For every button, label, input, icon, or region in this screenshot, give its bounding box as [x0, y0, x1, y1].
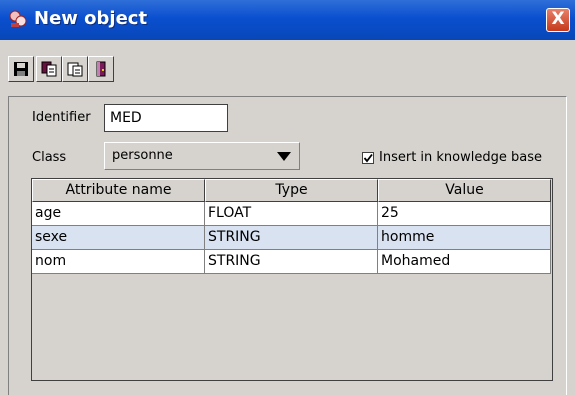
column-header-value[interactable]: Value: [378, 179, 551, 202]
door-exit-icon: [96, 61, 106, 77]
exit-button[interactable]: [88, 56, 114, 82]
app-icon: [9, 10, 27, 27]
save-button[interactable]: [8, 56, 34, 82]
title-bar[interactable]: New object X: [0, 0, 575, 40]
identifier-input[interactable]: MED: [104, 104, 228, 132]
checkmark-icon: [363, 153, 373, 163]
insert-knowledge-base-label: Insert in knowledge base: [379, 150, 542, 165]
table-row[interactable]: nom STRING Mohamed: [32, 250, 551, 274]
cell-type[interactable]: STRING: [205, 226, 378, 250]
class-select-value: personne: [112, 148, 173, 163]
window-title: New object: [34, 8, 148, 29]
cell-value[interactable]: Mohamed: [378, 250, 551, 274]
cell-value[interactable]: homme: [378, 226, 551, 250]
table-row[interactable]: age FLOAT 25: [32, 202, 551, 226]
cell-attribute-name[interactable]: sexe: [32, 226, 205, 250]
cell-value[interactable]: 25: [378, 202, 551, 226]
close-button[interactable]: X: [546, 8, 570, 32]
cell-attribute-name[interactable]: age: [32, 202, 205, 226]
floppy-disk-icon: [14, 62, 28, 76]
new-object-dialog: New object X Identifier MED Class person…: [0, 0, 575, 395]
copy-icon: [41, 61, 57, 77]
column-header-attribute-name[interactable]: Attribute name: [32, 179, 205, 202]
cell-type[interactable]: STRING: [205, 250, 378, 274]
class-label: Class: [32, 150, 67, 165]
insert-knowledge-base-checkbox[interactable]: [362, 152, 374, 164]
copy-button[interactable]: [36, 56, 62, 82]
class-select[interactable]: personne: [104, 142, 300, 170]
paste-button[interactable]: [62, 56, 88, 82]
paste-icon: [67, 62, 83, 77]
chevron-down-icon: [277, 152, 291, 161]
identifier-label: Identifier: [32, 110, 91, 125]
table-row[interactable]: sexe STRING homme: [32, 226, 551, 250]
column-header-type[interactable]: Type: [205, 179, 378, 202]
cell-type[interactable]: FLOAT: [205, 202, 378, 226]
cell-attribute-name[interactable]: nom: [32, 250, 205, 274]
